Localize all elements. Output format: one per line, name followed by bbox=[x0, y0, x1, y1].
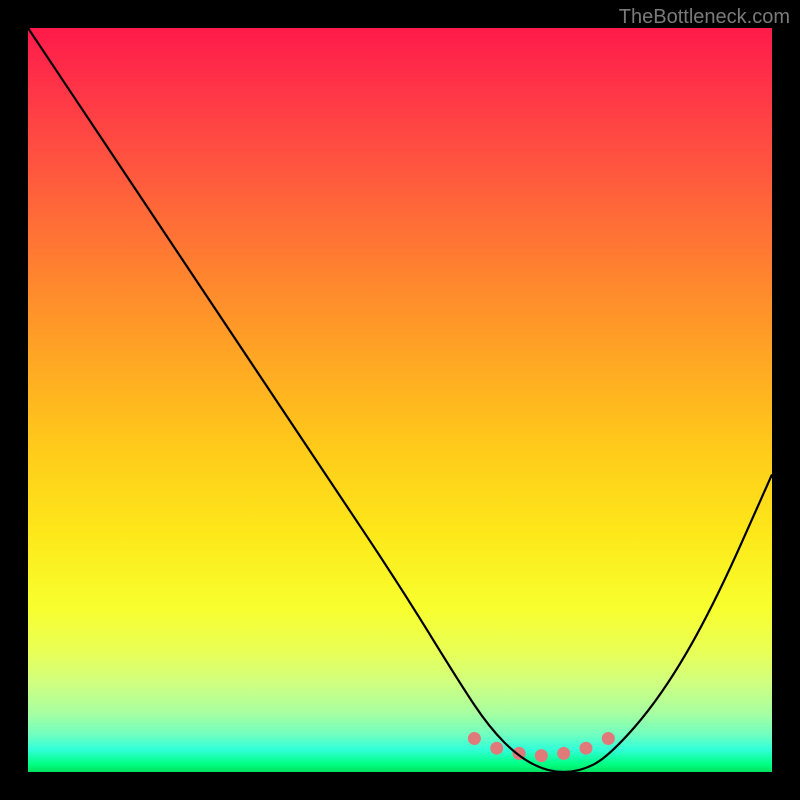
highlight-dot bbox=[490, 742, 503, 755]
highlight-dot bbox=[468, 732, 481, 745]
chart-plot-area bbox=[28, 28, 772, 772]
highlight-dot bbox=[535, 749, 548, 762]
highlight-dot bbox=[580, 742, 593, 755]
highlight-dots-group bbox=[468, 732, 615, 762]
watermark-text: TheBottleneck.com bbox=[619, 6, 790, 29]
highlight-dot bbox=[557, 747, 570, 760]
highlight-dot bbox=[602, 732, 615, 745]
bottleneck-curve-path bbox=[28, 28, 772, 772]
chart-svg bbox=[28, 28, 772, 772]
